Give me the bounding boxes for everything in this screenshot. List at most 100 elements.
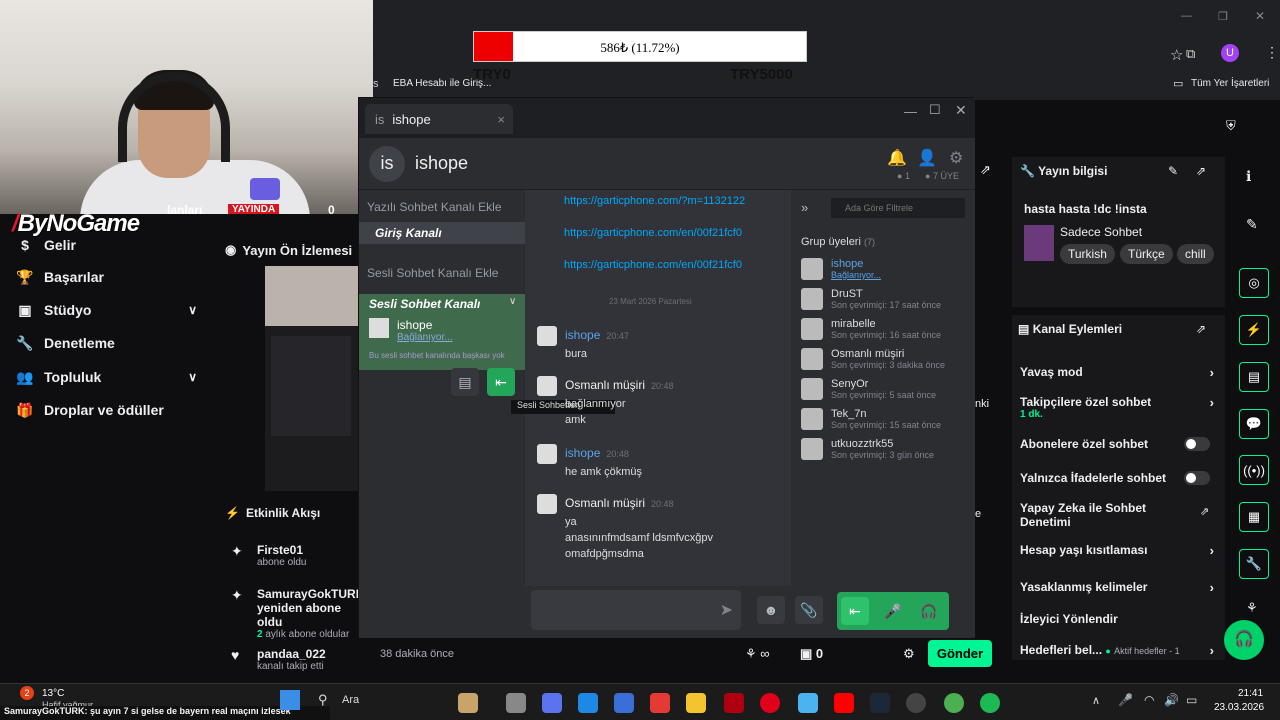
search-icon[interactable]: ⚲ — [318, 692, 328, 708]
bolt-icon[interactable]: ⚡ — [1239, 315, 1269, 345]
folder-icon[interactable] — [686, 693, 706, 713]
category-name[interactable]: Sadece Sohbet — [1060, 225, 1142, 239]
tag[interactable]: Turkish — [1060, 244, 1115, 264]
window-close[interactable]: ✕ — [1255, 9, 1265, 23]
popout-icon[interactable]: ⇗ — [1196, 322, 1206, 336]
volume-icon[interactable]: 🔊 — [1164, 693, 1179, 707]
layout-icon[interactable]: ▦ — [1239, 502, 1269, 532]
netflix-icon[interactable] — [724, 693, 744, 713]
menu-icon[interactable]: ⋮ — [1265, 44, 1279, 61]
copilot-icon[interactable] — [542, 693, 562, 713]
extensions-icon[interactable]: ⧉ — [1186, 46, 1195, 62]
action-slow-mode[interactable]: Yavaş mod › — [1020, 365, 1220, 380]
activity-item[interactable]: ♥ pandaa_022 kanalı takip etti — [231, 647, 361, 672]
leave-voice-button[interactable]: ⇤ — [487, 368, 515, 396]
external-icon[interactable]: ⇗ — [1200, 505, 1209, 518]
window-minimize[interactable]: — — [1181, 10, 1192, 22]
window-restore[interactable]: ❐ — [1218, 10, 1228, 23]
app-icon[interactable] — [650, 693, 670, 713]
share-icon[interactable]: ⚘ — [1246, 600, 1258, 616]
server-icon[interactable]: is — [369, 146, 405, 182]
nav-achievements[interactable]: 🏆 Başarılar — [0, 262, 215, 292]
nav-moderation[interactable]: 🔧 Denetleme — [0, 328, 215, 358]
broadcast-icon[interactable]: ((•)) — [1239, 455, 1269, 485]
battery-icon[interactable]: ▭ — [1186, 693, 1197, 707]
nav-revenue[interactable]: $ Gelir — [0, 230, 215, 260]
notes-icon[interactable]: ▤ — [1239, 362, 1269, 392]
window-minimize[interactable]: — — [904, 104, 917, 119]
headphones-icon[interactable]: 🎧 — [915, 597, 943, 625]
app-icon-2[interactable] — [798, 693, 818, 713]
gear-icon[interactable]: ⚙ — [949, 148, 963, 168]
action-goals[interactable]: Hedefleri bel... ● Aktif hedefler - 1 › — [1020, 643, 1220, 658]
popout-icon[interactable]: ⇗ — [1196, 164, 1206, 178]
all-bookmarks[interactable]: Tüm Yer İşaretleri — [1191, 78, 1269, 89]
tag[interactable]: Türkçe — [1120, 244, 1173, 264]
nav-studio[interactable]: ▣ Stüdyo ∨ — [0, 295, 215, 325]
action-ai-moderation[interactable]: Yapay Zeka ile Sohbet Denetimi — [1020, 501, 1180, 529]
action-raid[interactable]: İzleyici Yönlendir — [1020, 612, 1220, 626]
pen-icon[interactable]: ✎ — [1246, 216, 1258, 233]
message-input[interactable]: ➤ — [531, 590, 741, 630]
emoji-icon[interactable]: ☻ — [757, 596, 785, 624]
window-close[interactable]: ✕ — [955, 102, 967, 119]
calendar-icon[interactable]: ▤ — [451, 368, 479, 396]
action-banned-words[interactable]: Yasaklanmış kelimeler › — [1020, 580, 1220, 595]
message-link[interactable]: https://garticphone.com/?m=1132122 — [564, 194, 745, 209]
add-text-channel[interactable]: Yazılı Sohbet Kanalı Ekle — [367, 200, 502, 214]
taskbar-search[interactable]: Ara — [342, 694, 359, 706]
widgets-icon[interactable] — [458, 693, 478, 713]
clock-date[interactable]: 23.03.2026 — [1214, 702, 1264, 713]
send-button[interactable]: Gönder — [928, 640, 992, 667]
action-follower-chat[interactable]: Takipçilere özel sohbet › 1 dk. — [1020, 395, 1220, 420]
member-item[interactable]: ishope Bağlanıyor... — [801, 256, 971, 284]
stream-preview[interactable] — [265, 266, 360, 491]
youtube-icon[interactable] — [834, 693, 854, 713]
action-emote-chat[interactable]: Yalnızca İfadelerle sohbet — [1020, 471, 1220, 485]
member-item[interactable]: mirabelle Son çevrimiçi: 16 saat önce — [801, 316, 971, 344]
obs-icon[interactable] — [906, 693, 926, 713]
task-view-icon[interactable] — [506, 693, 526, 713]
member-item[interactable]: SenyOr Son çevrimiçi: 5 saat önce — [801, 376, 971, 404]
steam-icon[interactable] — [870, 693, 890, 713]
spotify-icon[interactable] — [980, 693, 1000, 713]
info-icon[interactable]: ℹ — [1246, 168, 1251, 185]
temperature[interactable]: 13°C — [42, 688, 64, 699]
action-sub-chat[interactable]: Abonelere özel sohbet — [1020, 437, 1220, 451]
camera-icon[interactable]: ◎ — [1239, 268, 1269, 298]
microphone-icon[interactable]: 🎤 — [879, 597, 907, 625]
member-item[interactable]: Osmanlı müşiri Son çevrimiçi: 3 dakika ön… — [801, 346, 971, 374]
store-icon[interactable] — [614, 693, 634, 713]
clock-time[interactable]: 21:41 — [1238, 688, 1263, 699]
member-item[interactable]: DruST Son çevrimiçi: 17 saat önce — [801, 286, 971, 314]
attach-icon[interactable]: 📎 — [795, 596, 823, 624]
bell-icon[interactable]: 🔔 — [887, 148, 907, 168]
tag[interactable]: chill — [1177, 244, 1214, 264]
opera-icon[interactable] — [760, 693, 780, 713]
collapse-icon[interactable]: » — [801, 200, 808, 215]
member-filter-input[interactable] — [831, 198, 965, 218]
action-account-age[interactable]: Hesap yaşı kısıtlaması › — [1020, 543, 1220, 558]
shield-icon[interactable]: ⛨ — [1226, 118, 1236, 134]
popout-icon[interactable]: ⇗ — [980, 162, 991, 178]
gear-icon[interactable]: ⚙ — [903, 646, 915, 662]
windows-start-icon[interactable] — [280, 690, 300, 710]
channel-login[interactable]: Giriş Kanalı — [359, 222, 525, 244]
nav-drops[interactable]: 🎁 Droplar ve ödüller — [0, 395, 215, 425]
member-item[interactable]: Tek_7n Son çevrimiçi: 15 saat önce — [801, 406, 971, 434]
tray-chevron-icon[interactable]: ∧ — [1092, 694, 1100, 707]
chrome-icon[interactable] — [944, 693, 964, 713]
wrench-icon[interactable]: 🔧 — [1239, 549, 1269, 579]
message-link[interactable]: https://garticphone.com/en/00f21fcf0 — [564, 258, 742, 273]
support-icon[interactable]: 🎧 — [1224, 620, 1264, 660]
profile-avatar[interactable]: U — [1221, 44, 1239, 62]
member-item[interactable]: utkuozztrk55 Son çevrimiçi: 3 gün önce — [801, 436, 971, 464]
add-member-icon[interactable]: 👤 — [917, 148, 937, 168]
points-icon[interactable]: ⚘ ∞ — [745, 646, 770, 662]
window-maximize[interactable]: ☐ — [929, 102, 941, 118]
add-voice-channel[interactable]: Sesli Sohbet Kanalı Ekle — [367, 266, 498, 280]
star-icon[interactable]: ☆ — [1170, 46, 1183, 64]
leave-icon[interactable]: ⇤ — [841, 597, 869, 625]
activity-item[interactable]: ✦ Firste01 abone oldu — [231, 543, 361, 568]
message-link[interactable]: https://garticphone.com/en/00f21fcf0 — [564, 226, 742, 241]
